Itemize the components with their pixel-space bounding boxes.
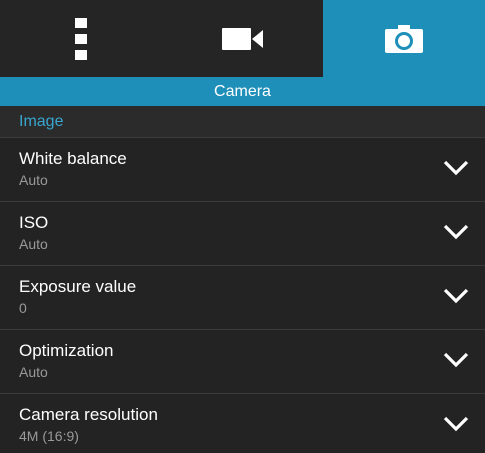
group-label-image: Image xyxy=(0,106,485,138)
chevron-down-icon[interactable] xyxy=(443,287,469,305)
camera-icon xyxy=(385,24,424,53)
setting-value: Auto xyxy=(19,364,48,380)
setting-title: Exposure value xyxy=(19,277,137,296)
setting-exposure-value[interactable]: Exposure value 0 xyxy=(0,266,485,330)
setting-value: 0 xyxy=(19,300,27,316)
setting-title: Camera resolution xyxy=(19,405,158,424)
tab-bar xyxy=(0,0,485,77)
setting-value: 4M (16:9) xyxy=(19,428,79,444)
setting-value: Auto xyxy=(19,172,48,188)
chevron-down-icon[interactable] xyxy=(443,351,469,369)
setting-title: ISO xyxy=(19,213,49,232)
chevron-down-icon[interactable] xyxy=(443,159,469,177)
setting-title: Optimization xyxy=(19,341,114,360)
setting-camera-resolution[interactable]: Camera resolution 4M (16:9) xyxy=(0,394,485,453)
settings-list: White balance Auto ISO Auto Exposure val… xyxy=(0,138,485,453)
more-vert-icon xyxy=(74,17,87,60)
tab-video[interactable] xyxy=(161,0,324,77)
setting-iso[interactable]: ISO Auto xyxy=(0,202,485,266)
setting-value: Auto xyxy=(19,236,48,252)
page-title: Camera xyxy=(0,77,485,106)
tab-more[interactable] xyxy=(0,0,162,77)
camera-settings-screen: Camera Image White balance Auto ISO Auto… xyxy=(0,0,485,453)
setting-title: White balance xyxy=(19,149,127,168)
setting-white-balance[interactable]: White balance Auto xyxy=(0,138,485,202)
chevron-down-icon[interactable] xyxy=(443,415,469,433)
setting-optimization[interactable]: Optimization Auto xyxy=(0,330,485,394)
video-camera-icon xyxy=(221,27,263,50)
chevron-down-icon[interactable] xyxy=(443,223,469,241)
tab-camera[interactable] xyxy=(323,0,485,77)
